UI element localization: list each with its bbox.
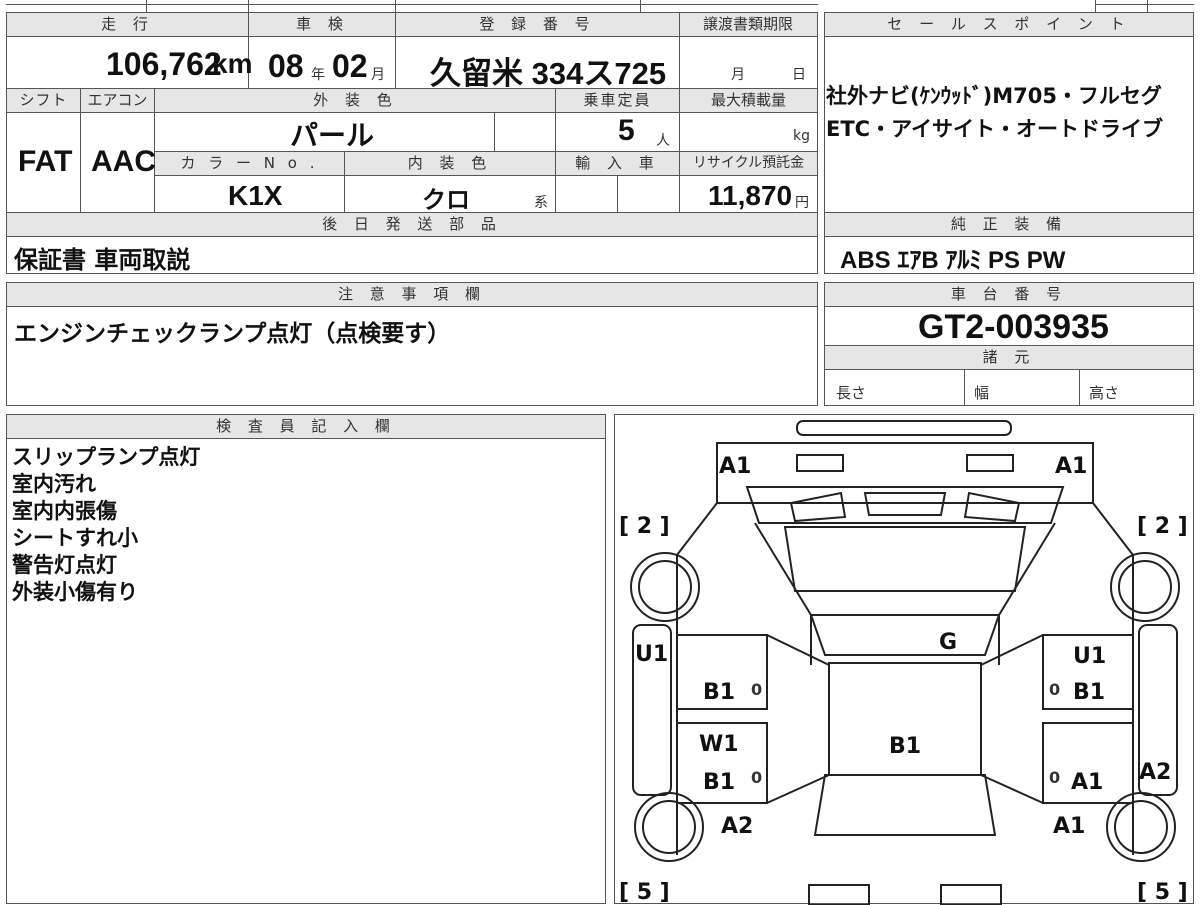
inspection-month: 02 bbox=[332, 48, 368, 84]
mark-front-right: A1 bbox=[1055, 454, 1087, 479]
mark-glass: G bbox=[939, 630, 957, 655]
capacity-unit: 人 bbox=[656, 133, 670, 149]
door-handle-mark: 0 bbox=[1049, 680, 1060, 699]
chassis-header: 車 台 番 号 bbox=[825, 283, 1193, 307]
inspector-header: 検 査 員 記 入 欄 bbox=[7, 415, 605, 439]
mark-rear-door-right: A1 bbox=[1071, 770, 1103, 795]
inspection-year-unit: 年 bbox=[311, 67, 325, 83]
mark-side-right: U1 bbox=[1073, 644, 1106, 669]
sales-points-header: セ ー ル ス ポ イ ン ト bbox=[825, 13, 1193, 37]
later-parts-value: 保証書 車両取説 bbox=[14, 246, 191, 274]
inspector-box bbox=[6, 414, 606, 904]
aircon-value: AAC bbox=[91, 145, 156, 178]
mileage-header: 走 行 bbox=[7, 13, 248, 37]
headlight-right bbox=[966, 454, 1014, 472]
inspector-line-4: シートすれ小 bbox=[12, 526, 138, 550]
mark-rear-door-left-top: W1 bbox=[699, 732, 739, 757]
color-no-value: K1X bbox=[228, 180, 283, 211]
spec-header: 諸 元 bbox=[825, 346, 1193, 370]
mirror-left bbox=[789, 491, 847, 523]
max-load-unit: kg bbox=[793, 128, 810, 144]
sales-points-line1: 社外ナビ(ｹﾝｳｯﾄﾞ)M705・フルセグ bbox=[826, 84, 1162, 108]
genuine-equipment-value: ABS ｴｱB ｱﾙﾐ PS PW bbox=[840, 247, 1066, 274]
inspection-month-unit: 月 bbox=[371, 67, 385, 83]
inspector-line-5: 警告灯点灯 bbox=[12, 553, 117, 577]
mileage-value: 106,762 bbox=[106, 46, 222, 82]
mark-rear-door-left: B1 bbox=[703, 770, 735, 795]
mark-bracket-br: [ 5 ] bbox=[1137, 880, 1188, 905]
mileage-unit: km bbox=[212, 48, 253, 79]
capacity-value: 5 bbox=[618, 114, 635, 147]
headlight-left bbox=[796, 454, 844, 472]
mark-rear-fender-left: A2 bbox=[721, 814, 753, 839]
inspection-year: 08 bbox=[268, 48, 304, 84]
spec-height: 高さ bbox=[1089, 384, 1120, 402]
import-header: 輸 入 車 bbox=[556, 152, 679, 176]
windshield bbox=[783, 526, 1027, 592]
shift-header: シフト bbox=[7, 89, 80, 113]
wheel-front-right bbox=[1110, 552, 1180, 622]
wheel-rear-left bbox=[634, 792, 704, 862]
transfer-deadline-header: 譲渡書類期限 bbox=[679, 13, 817, 37]
inspector-line-6: 外装小傷有り bbox=[12, 580, 138, 604]
door-handle-mark: 0 bbox=[1049, 768, 1060, 787]
transfer-month-unit: 月 bbox=[731, 67, 745, 83]
recycle-fee-value: 11,870 bbox=[708, 180, 793, 211]
mark-rear-fender-right: A1 bbox=[1053, 814, 1085, 839]
spec-length: 長さ bbox=[836, 384, 867, 402]
color-no-header: カ ラ ー N o . bbox=[155, 152, 344, 176]
notes-header: 注 意 事 項 欄 bbox=[7, 283, 817, 307]
inspector-line-2: 室内汚れ bbox=[12, 472, 96, 496]
recycle-fee-unit: 円 bbox=[795, 195, 809, 211]
chassis-value: GT2-003935 bbox=[918, 308, 1109, 346]
interior-color-value: クロ bbox=[422, 187, 470, 214]
door-handle-mark: 0 bbox=[751, 768, 762, 787]
mark-bracket-tl: [ 2 ] bbox=[619, 514, 670, 539]
car-diagram: A1 A1 [ 2 ] [ 2 ] [ 5 ] [ 5 ] U1 U1 G B1… bbox=[619, 420, 1188, 905]
inspector-line-1: スリップランプ点灯 bbox=[12, 445, 201, 469]
mark-roof: B1 bbox=[889, 734, 921, 759]
registration-value: 久留米 334ス725 bbox=[430, 56, 667, 91]
inspection-header: 車 検 bbox=[249, 13, 396, 37]
aircon-header: エアコン bbox=[81, 89, 154, 113]
shift-value: FAT bbox=[18, 145, 73, 178]
notes-value: エンジンチェックランプ点灯（点検要す） bbox=[14, 321, 451, 347]
mark-front-left: A1 bbox=[719, 454, 751, 479]
front-glass bbox=[809, 614, 1001, 656]
mark-front-door-right: B1 bbox=[1073, 680, 1105, 705]
rear-glass bbox=[813, 774, 997, 836]
transfer-day-unit: 日 bbox=[792, 67, 806, 83]
front-bumper bbox=[796, 420, 1012, 436]
mark-bracket-bl: [ 5 ] bbox=[619, 880, 670, 905]
car-diagram-box: A1 A1 [ 2 ] [ 2 ] [ 5 ] [ 5 ] U1 U1 G B1… bbox=[614, 414, 1194, 905]
mark-bracket-tr: [ 2 ] bbox=[1137, 514, 1188, 539]
mark-rear-side-right: A2 bbox=[1139, 760, 1171, 785]
exterior-color-header: 外 装 色 bbox=[155, 89, 556, 113]
door-handle-mark: 0 bbox=[751, 680, 762, 699]
interior-color-header: 内 装 色 bbox=[345, 152, 555, 176]
sales-points-line2: ETC・アイサイト・オートドライブ bbox=[826, 117, 1164, 141]
spec-width: 幅 bbox=[974, 384, 990, 402]
exterior-color-value: パール bbox=[290, 120, 375, 151]
wheel-front-left bbox=[630, 552, 700, 622]
recycle-fee-header: リサイクル預託金 bbox=[680, 152, 817, 176]
mark-front-door-left: B1 bbox=[703, 680, 735, 705]
registration-header: 登 録 番 号 bbox=[396, 13, 679, 37]
later-parts-header: 後 日 発 送 部 品 bbox=[7, 213, 817, 237]
mirror-right bbox=[963, 491, 1021, 523]
interior-color-suffix: 系 bbox=[534, 195, 548, 211]
genuine-equipment-header: 純 正 装 備 bbox=[825, 213, 1193, 237]
wheel-rear-right bbox=[1106, 792, 1176, 862]
mark-side-left: U1 bbox=[635, 642, 668, 667]
max-load-header: 最大積載量 bbox=[680, 89, 817, 113]
inspector-line-3: 室内内張傷 bbox=[12, 499, 117, 523]
capacity-header: 乗車定員 bbox=[556, 89, 679, 113]
